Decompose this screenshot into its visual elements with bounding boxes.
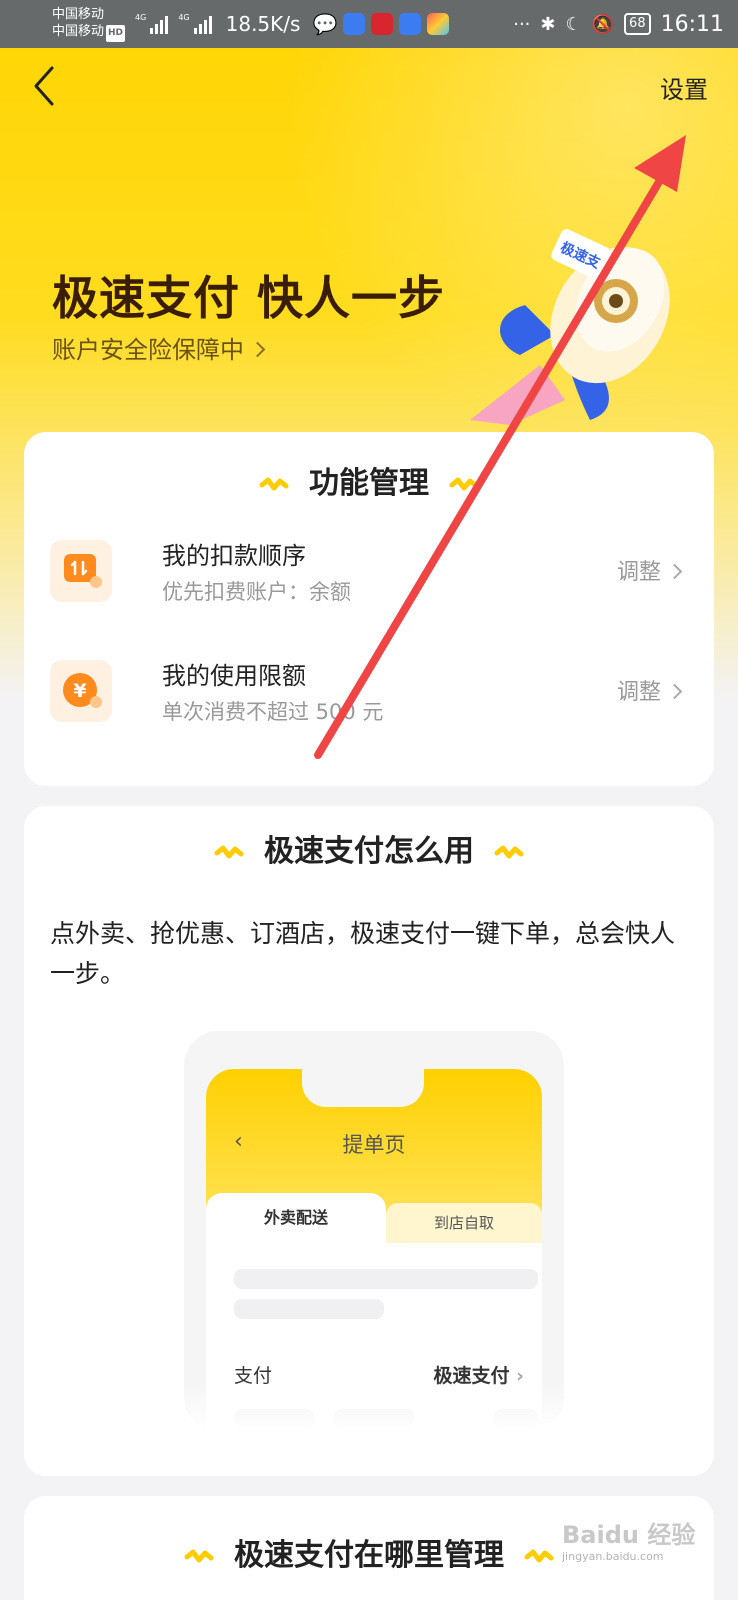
usage-limit-desc: 单次消费不超过 500 元 [162,700,384,724]
howto-card-title: 极速支付怎么用 [264,834,474,869]
squiggle-left-icon [214,845,244,858]
status-bar: 中国移动 中国移动 HD 4G 4G 18.5K/s 💬 ··· ✱ ☾ 🔕 68… [0,0,738,48]
deduction-order-title: 我的扣款顺序 [162,542,306,570]
clock: 16:11 [660,11,724,37]
network-speed: 18.5K/s [225,12,301,36]
usage-limit-row[interactable]: ¥ 我的使用限额 单次消费不超过 500 元 调整 [50,652,690,742]
manage-card-title: 极速支付在哪里管理 [234,1538,504,1573]
mockup-title: 提单页 [342,1133,406,1157]
baidu-watermark: Baidu 经验 jingyan.baidu.com [562,1521,696,1563]
baidu-app-icon-2 [399,13,422,35]
chevron-right-icon [249,341,266,357]
red-app-icon [371,13,394,35]
usage-limit-icon: ¥ [50,660,112,722]
baidu-app-icon [343,13,366,35]
svg-text:¥: ¥ [73,680,86,702]
carrier-2: 中国移动 [52,24,105,39]
carrier-1: 中国移动 [52,7,105,22]
chevron-right-icon [666,683,683,699]
checkout-page-mockup: ‹ 提单页 到店自取 外卖配送 支付 极速支付 › [184,1031,564,1431]
usage-limit-adjust[interactable]: 调整 [617,674,683,706]
moon-icon: ☾ [565,13,582,35]
deduction-order-row[interactable]: 我的扣款顺序 优先扣费账户：余额 调整 [50,532,690,622]
deduction-order-adjust[interactable]: 调整 [617,554,683,586]
function-card-title: 功能管理 [309,466,429,501]
mockup-notch [302,1069,424,1107]
mockup-fade [184,1381,564,1431]
notification-icons: 💬 [312,12,450,36]
mockup-tab-pickup: 到店自取 [386,1203,542,1243]
mockup-tab-delivery: 外卖配送 [206,1193,386,1243]
signal-icon: 4G [135,14,169,34]
usage-limit-title: 我的使用限额 [162,662,306,690]
deduction-order-desc: 优先扣费账户：余额 [162,580,351,604]
chevron-left-icon [34,66,54,106]
squiggle-left-icon [184,1549,214,1562]
hero-title: 极速支付 快人一步 [52,271,446,325]
settings-button[interactable]: 设置 [660,70,708,105]
chevron-right-icon [666,563,683,579]
bluetooth-icon: ✱ [540,13,556,35]
rocket-illustration: 极速支 [470,229,670,425]
more-icon: ··· [513,13,531,35]
howto-card-header: 极速支付怎么用 [24,826,714,870]
how-to-use-card: 极速支付怎么用 点外卖、抢优惠、订酒店，极速支付一键下单，总会快人一步。 ‹ 提… [24,806,714,1476]
squiggle-left-icon [259,477,289,490]
squiggle-right-icon [449,477,479,490]
hd-badge: HD [106,25,126,42]
battery-icon: 68 [624,13,651,35]
squiggle-right-icon [524,1549,554,1562]
placeholder-bar [234,1299,384,1319]
carrier-info: 中国移动 中国移动 HD [52,6,126,42]
wechat-icon: 💬 [312,12,338,36]
colorful-app-icon [427,13,450,35]
insurance-link[interactable]: 账户安全险保障中 [52,330,266,365]
insurance-text: 账户安全险保障中 [52,336,244,364]
mute-icon: 🔕 [591,13,615,35]
deduction-order-icon [50,540,112,602]
squiggle-right-icon [494,845,524,858]
function-card-header: 功能管理 [24,458,714,502]
placeholder-bar [234,1269,538,1289]
back-button[interactable] [28,62,68,110]
function-management-card: 功能管理 我的扣款顺序 优先扣费账户：余额 调整 ¥ 我的使用限额 单次消费不超… [24,432,714,786]
signal-icon-2: 4G [178,14,212,34]
howto-description: 点外卖、抢优惠、订酒店，极速支付一键下单，总会快人一步。 [50,919,676,988]
